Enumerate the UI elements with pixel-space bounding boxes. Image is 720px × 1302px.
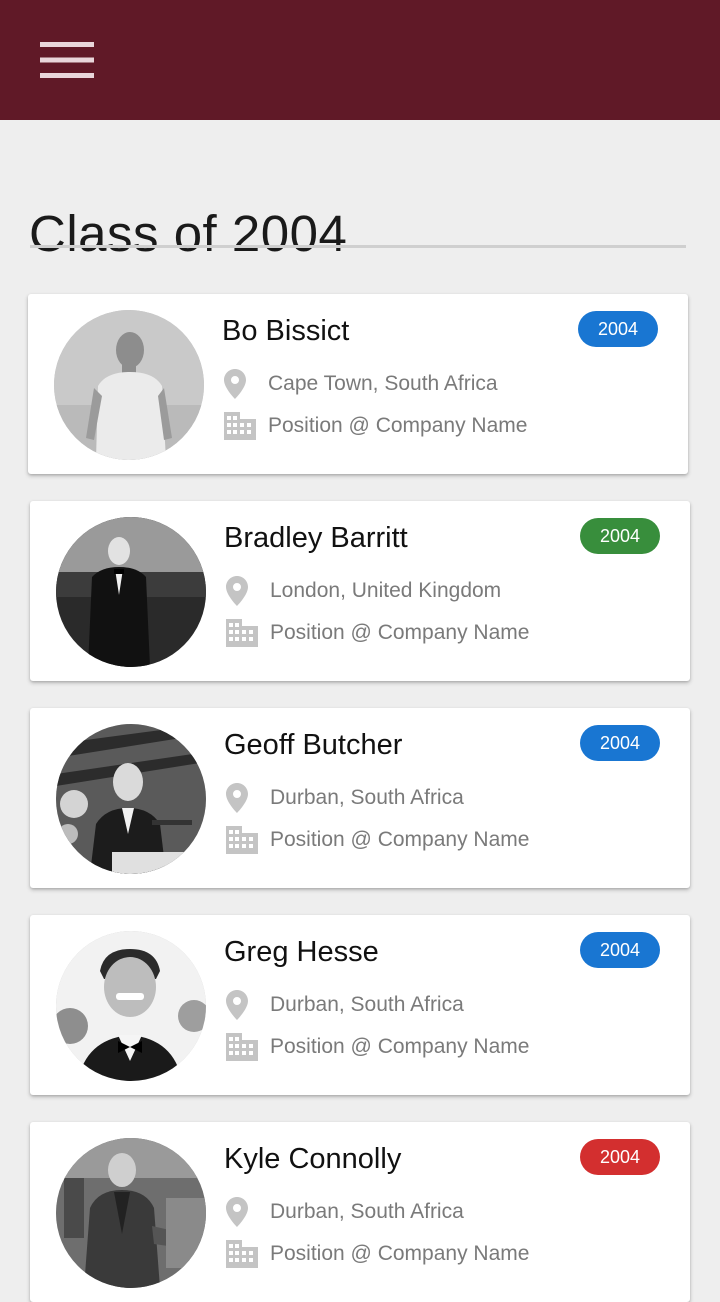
building-icon xyxy=(224,410,258,442)
location-pin-icon xyxy=(226,989,260,1021)
position-text: Position @ Company Name xyxy=(270,1035,530,1058)
position-text: Position @ Company Name xyxy=(268,414,528,437)
alumni-name: Kyle Connolly xyxy=(224,1143,402,1175)
position-row: Position @ Company Name xyxy=(224,410,527,442)
building-icon xyxy=(226,824,260,856)
location-row: Durban, South Africa xyxy=(226,989,464,1021)
hamburger-menu-icon xyxy=(40,42,94,78)
location-text: Durban, South Africa xyxy=(270,993,464,1016)
avatar xyxy=(56,1138,206,1288)
avatar xyxy=(56,724,206,874)
year-badge: 2004 xyxy=(580,518,660,554)
alumni-name: Geoff Butcher xyxy=(224,729,403,761)
building-icon xyxy=(226,1238,260,1270)
year-badge: 2004 xyxy=(578,311,658,347)
page-title: Class of 2004 xyxy=(29,205,348,263)
position-row: Position @ Company Name xyxy=(226,617,529,649)
position-row: Position @ Company Name xyxy=(226,1031,529,1063)
alumni-name: Greg Hesse xyxy=(224,936,379,968)
year-badge: 2004 xyxy=(580,932,660,968)
location-text: London, United Kingdom xyxy=(270,579,502,602)
location-row: London, United Kingdom xyxy=(226,575,501,607)
alumni-card[interactable]: Kyle Connolly 2004 Durban, South Africa … xyxy=(30,1122,690,1302)
location-row: Durban, South Africa xyxy=(226,1196,464,1228)
position-row: Position @ Company Name xyxy=(226,824,529,856)
menu-button[interactable] xyxy=(30,30,104,90)
location-pin-icon xyxy=(226,1196,260,1228)
location-text: Durban, South Africa xyxy=(270,1200,464,1223)
location-pin-icon xyxy=(224,368,258,400)
position-text: Position @ Company Name xyxy=(270,828,530,851)
position-text: Position @ Company Name xyxy=(270,621,530,644)
title-divider xyxy=(30,245,686,248)
avatar xyxy=(56,931,206,1081)
alumni-name: Bradley Barritt xyxy=(224,522,408,554)
location-row: Durban, South Africa xyxy=(226,782,464,814)
position-row: Position @ Company Name xyxy=(226,1238,529,1270)
building-icon xyxy=(226,617,260,649)
building-icon xyxy=(226,1031,260,1063)
app-bar xyxy=(0,0,720,120)
alumni-card[interactable]: Bradley Barritt 2004 London, United King… xyxy=(30,501,690,681)
avatar xyxy=(54,310,204,460)
location-pin-icon xyxy=(226,575,260,607)
alumni-card[interactable]: Bo Bissict 2004 Cape Town, South Africa … xyxy=(28,294,688,474)
alumni-card[interactable]: Geoff Butcher 2004 Durban, South Africa … xyxy=(30,708,690,888)
alumni-card[interactable]: Greg Hesse 2004 Durban, South Africa Pos… xyxy=(30,915,690,1095)
avatar xyxy=(56,517,206,667)
alumni-name: Bo Bissict xyxy=(222,315,350,347)
year-badge: 2004 xyxy=(580,1139,660,1175)
location-text: Durban, South Africa xyxy=(270,786,464,809)
year-badge: 2004 xyxy=(580,725,660,761)
location-pin-icon xyxy=(226,782,260,814)
location-text: Cape Town, South Africa xyxy=(268,372,498,395)
location-row: Cape Town, South Africa xyxy=(224,368,498,400)
position-text: Position @ Company Name xyxy=(270,1242,530,1265)
